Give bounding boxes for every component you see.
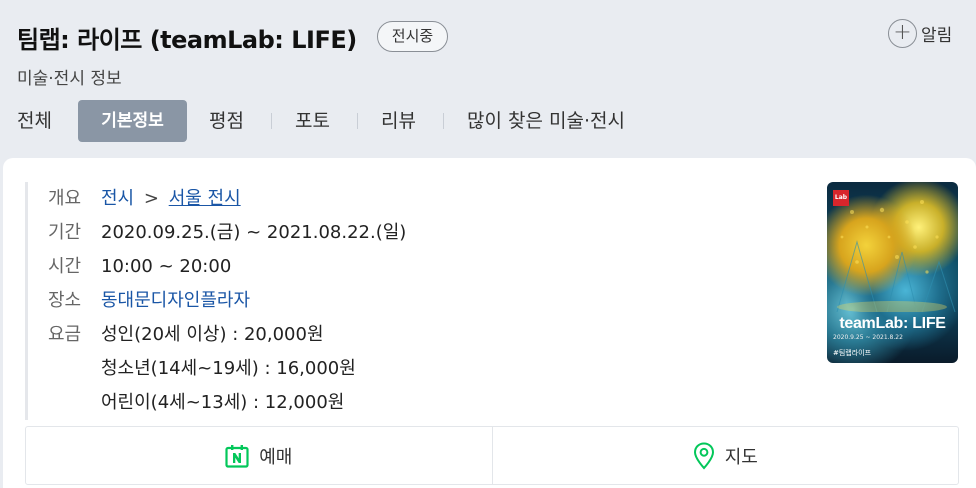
time-key: 시간 (48, 256, 82, 277)
poster-dates: 2020.9.25 ~ 2021.8.22 (833, 334, 903, 341)
tab-photo[interactable]: 포토 (295, 100, 330, 142)
tab-divider (271, 113, 272, 129)
tab-bar: 전체 기본정보 평점 포토 리뷰 많이 찾은 미술·전시 (0, 100, 976, 142)
plus-icon: + (888, 18, 917, 48)
header: 팀랩: 라이프 (teamLab: LIFE) 전시중 + 알림 미술·전시 정… (0, 0, 976, 160)
naver-calendar-icon (225, 444, 249, 468)
map-button[interactable]: 지도 (491, 427, 959, 484)
booking-label: 예매 (259, 446, 293, 468)
alarm-button[interactable]: + 알림 (888, 18, 952, 48)
fee-list: 성인(20세 이상) : 20,000원 청소년(14세~19세) : 16,0… (101, 318, 356, 420)
tab-popular-exhibitions[interactable]: 많이 찾은 미술·전시 (467, 100, 625, 142)
tab-review[interactable]: 리뷰 (381, 100, 416, 142)
place-key: 장소 (48, 290, 82, 311)
fee-youth: 청소년(14세~19세) : 16,000원 (101, 358, 356, 379)
time-row: 시간 10:00 ~ 20:00 (48, 250, 406, 284)
info-card: 개요 전시 > 서울 전시 기간 2020.09.25.(금) ~ 2021.0… (3, 158, 976, 488)
tab-divider (357, 113, 358, 129)
category-label: 미술·전시 정보 (17, 69, 122, 89)
tab-rating[interactable]: 평점 (209, 100, 244, 142)
overview-row: 개요 전시 > 서울 전시 (48, 182, 406, 216)
time-value: 10:00 ~ 20:00 (101, 256, 232, 277)
category-link-seoul-exhibition[interactable]: 서울 전시 (169, 188, 241, 209)
category-link-exhibition[interactable]: 전시 (101, 188, 134, 209)
status-badge: 전시중 (377, 21, 448, 52)
poster-hashtag: #팀랩라이프 (833, 349, 872, 357)
exhibition-poster[interactable]: Lab teamLab: LIFE 2020.9.25 ~ 2021.8.22 … (827, 182, 958, 363)
place-row: 장소 동대문디자인플라자 (48, 284, 406, 318)
map-label: 지도 (724, 446, 758, 468)
fee-adult: 성인(20세 이상) : 20,000원 (101, 324, 324, 345)
fee-row: 요금 성인(20세 이상) : 20,000원 청소년(14세~19세) : 1… (48, 318, 406, 420)
info-list: 개요 전시 > 서울 전시 기간 2020.09.25.(금) ~ 2021.0… (25, 182, 406, 420)
tab-divider (443, 113, 444, 129)
booking-button[interactable]: 예매 (26, 427, 492, 484)
fee-child: 어린이(4세~13세) : 12,000원 (101, 392, 345, 413)
place-link[interactable]: 동대문디자인플라자 (101, 284, 250, 318)
period-key: 기간 (48, 222, 82, 243)
tab-basic-info[interactable]: 기본정보 (78, 100, 187, 142)
poster-brand: teamLab: LIFE (839, 315, 946, 332)
period-value: 2020.09.25.(금) ~ 2021.08.22.(일) (101, 222, 407, 243)
breadcrumb-separator: > (143, 188, 159, 209)
tab-all[interactable]: 전체 (17, 100, 52, 142)
fee-key: 요금 (48, 324, 82, 345)
overview-key: 개요 (48, 188, 82, 209)
map-pin-icon (693, 441, 714, 469)
period-row: 기간 2020.09.25.(금) ~ 2021.08.22.(일) (48, 216, 406, 250)
alarm-label: 알림 (921, 25, 953, 46)
action-bar: 예매 지도 (25, 426, 959, 485)
page-title: 팀랩: 라이프 (teamLab: LIFE) (17, 26, 357, 54)
poster-logo: Lab (833, 190, 849, 206)
